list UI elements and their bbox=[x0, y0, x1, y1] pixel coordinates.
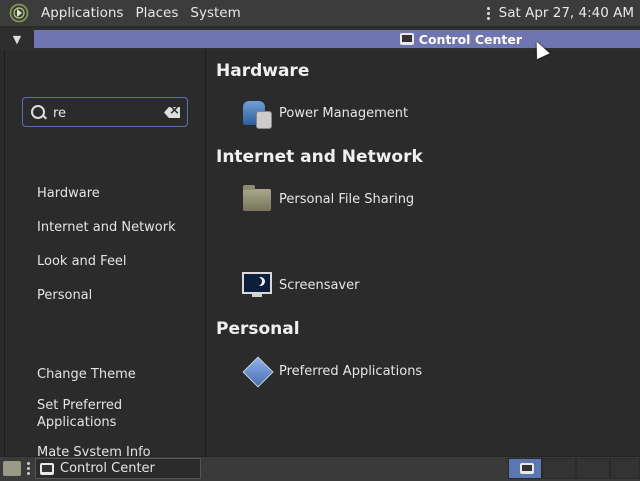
chevron-down-icon: ▼ bbox=[12, 32, 22, 46]
system-menu[interactable]: System bbox=[184, 5, 246, 21]
clear-search-icon[interactable] bbox=[164, 107, 180, 118]
search-box[interactable] bbox=[22, 97, 188, 127]
search-icon bbox=[31, 105, 45, 119]
places-menu[interactable]: Places bbox=[129, 5, 184, 21]
window-thumbnail-icon bbox=[520, 463, 534, 474]
bottom-panel: Control Center bbox=[0, 456, 640, 481]
app-personal-file-sharing[interactable]: Personal File Sharing bbox=[241, 183, 414, 215]
window-menu-button[interactable]: ▼ bbox=[0, 28, 34, 50]
task-mate-system-info[interactable]: Mate System Info bbox=[37, 444, 187, 456]
screensaver-icon bbox=[241, 269, 273, 301]
clock[interactable]: Sat Apr 27, 4:40 AM bbox=[499, 5, 634, 21]
mate-logo-icon[interactable] bbox=[9, 3, 29, 23]
app-label: Power Management bbox=[279, 105, 409, 121]
window-title-label: Control Center bbox=[418, 31, 522, 47]
app-label: Personal File Sharing bbox=[279, 191, 415, 207]
content-pane: Hardware Power Management Internet and N… bbox=[206, 50, 640, 456]
title-strip[interactable]: Control Center bbox=[34, 30, 640, 48]
sidebar-item-hardware[interactable]: Hardware bbox=[37, 185, 187, 202]
power-management-icon bbox=[241, 97, 273, 129]
taskbar-button-control-center[interactable]: Control Center bbox=[35, 458, 201, 479]
section-title-hardware: Hardware bbox=[216, 61, 310, 81]
taskbar-button-label: Control Center bbox=[60, 461, 155, 476]
control-center-icon bbox=[40, 462, 54, 475]
window-title: Control Center bbox=[399, 31, 522, 47]
section-title-internet-and-network: Internet and Network bbox=[216, 147, 423, 167]
app-preferred-applications[interactable]: Preferred Applications bbox=[241, 355, 423, 388]
task-change-theme[interactable]: Change Theme bbox=[37, 366, 187, 383]
workspace-1[interactable] bbox=[508, 458, 542, 479]
panel-handle-icon[interactable] bbox=[486, 6, 491, 20]
control-center-window: Hardware Internet and Network Look and F… bbox=[4, 50, 640, 456]
applications-menu[interactable]: Applications bbox=[35, 5, 129, 21]
folder-icon bbox=[241, 183, 273, 215]
sidebar: Hardware Internet and Network Look and F… bbox=[5, 50, 206, 456]
task-set-preferred-applications[interactable]: Set Preferred Applications bbox=[37, 397, 147, 431]
sidebar-item-internet-and-network[interactable]: Internet and Network bbox=[37, 219, 187, 236]
top-panel: Applications Places System Sat Apr 27, 4… bbox=[0, 0, 640, 27]
search-input[interactable] bbox=[51, 102, 155, 124]
app-label: Preferred Applications bbox=[279, 363, 423, 379]
app-label: Screensaver bbox=[279, 277, 360, 293]
app-screensaver[interactable]: Screensaver bbox=[241, 269, 359, 301]
control-center-icon bbox=[399, 33, 414, 45]
show-desktop-icon[interactable] bbox=[3, 461, 21, 476]
preferred-applications-icon bbox=[241, 355, 274, 388]
sidebar-item-look-and-feel[interactable]: Look and Feel bbox=[37, 253, 187, 270]
section-title-personal: Personal bbox=[216, 319, 300, 339]
workspace-2[interactable] bbox=[542, 458, 576, 479]
taskbar-handle-icon[interactable] bbox=[27, 462, 31, 475]
workspace-4[interactable] bbox=[610, 458, 640, 479]
workspace-3[interactable] bbox=[576, 458, 610, 479]
app-power-management[interactable]: Power Management bbox=[241, 97, 408, 129]
sidebar-item-personal[interactable]: Personal bbox=[37, 287, 187, 304]
